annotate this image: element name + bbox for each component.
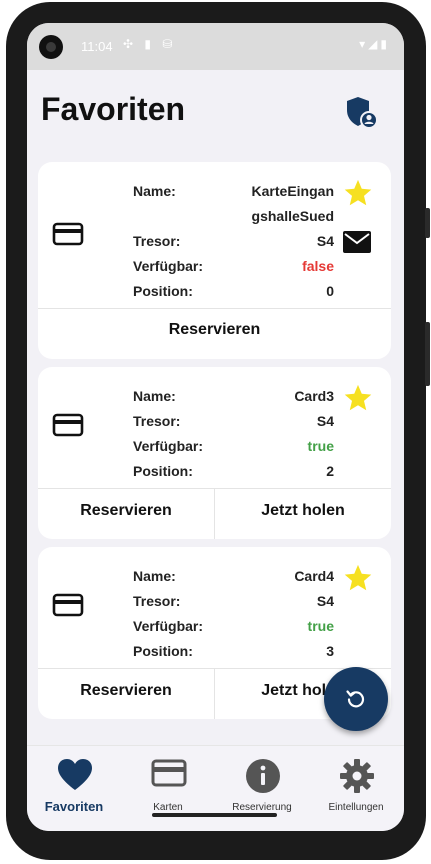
- nav-favorites[interactable]: Favoriten: [27, 746, 121, 831]
- position-value: 0: [326, 283, 334, 299]
- notification-icons: ✣ ▮ ⛁: [123, 37, 177, 51]
- page-title: Favoriten: [41, 91, 186, 127]
- home-indicator[interactable]: [152, 813, 277, 817]
- tresor-value: S4: [316, 233, 334, 249]
- card-icon: [52, 593, 84, 617]
- reserve-button[interactable]: Reservieren: [38, 682, 214, 700]
- position-label: Position:: [133, 643, 193, 659]
- reserve-button[interactable]: Reservieren: [38, 502, 214, 520]
- position-label: Position:: [133, 463, 193, 479]
- name-label: Name:: [133, 568, 176, 584]
- power-button: [425, 322, 430, 386]
- card-icon: [151, 759, 187, 787]
- nav-settings[interactable]: Eintellungen: [309, 746, 403, 831]
- camera-icon: [39, 35, 63, 59]
- tresor-value: S4: [316, 593, 334, 609]
- signal-battery-icons: ▾◢▮: [359, 37, 390, 51]
- heart-icon: [58, 759, 92, 790]
- nav-reservation[interactable]: Reservierung: [215, 746, 309, 831]
- name-value: KarteEingan: [251, 183, 334, 199]
- app-screen: 11:04 ✣ ▮ ⛁ ▾◢▮ Favoriten Name: KarteEin…: [27, 23, 404, 831]
- tresor-label: Tresor:: [133, 233, 181, 249]
- name-value: Card3: [294, 388, 334, 404]
- name-value: Card4: [294, 568, 334, 584]
- tresor-value: S4: [316, 413, 334, 429]
- name-label: Name:: [133, 388, 176, 404]
- available-label: Verfügbar:: [133, 438, 204, 454]
- divider: [38, 308, 391, 309]
- refresh-icon: [346, 690, 365, 708]
- pick-up-now-button[interactable]: Jetzt holen: [215, 502, 391, 520]
- gear-icon: [340, 759, 374, 793]
- available-label: Verfügbar:: [133, 618, 204, 634]
- mail-icon[interactable]: [343, 231, 371, 253]
- position-value: 2: [326, 463, 334, 479]
- bottom-navigation: Favoriten Karten Reservierung Eintellung…: [27, 745, 404, 831]
- available-value: true: [307, 618, 334, 634]
- reserve-button[interactable]: Reservieren: [38, 321, 391, 339]
- status-time: 11:04: [81, 39, 113, 54]
- star-icon[interactable]: [343, 383, 373, 413]
- favorite-card: Name: Card3 Tresor: S4 Verfügbar: true P…: [38, 367, 391, 539]
- card-icon: [52, 222, 84, 246]
- nav-cards[interactable]: Karten: [121, 746, 215, 831]
- nav-label: Karten: [153, 802, 183, 813]
- nav-label: Reservierung: [232, 802, 292, 813]
- position-value: 3: [326, 643, 334, 659]
- nav-label: Favoriten: [44, 799, 104, 814]
- available-value: true: [307, 438, 334, 454]
- info-icon: [246, 759, 280, 793]
- name-label: Name:: [133, 183, 176, 199]
- tresor-label: Tresor:: [133, 413, 181, 429]
- status-bar: 11:04 ✣ ▮ ⛁ ▾◢▮: [27, 23, 404, 70]
- refresh-button[interactable]: [324, 667, 388, 731]
- nav-label: Eintellungen: [328, 802, 384, 813]
- volume-button: [425, 208, 430, 238]
- name-value-continued: gshalleSued: [251, 208, 334, 224]
- star-icon[interactable]: [343, 563, 373, 593]
- tresor-label: Tresor:: [133, 593, 181, 609]
- available-label: Verfügbar:: [133, 258, 204, 274]
- card-icon: [52, 413, 84, 437]
- star-icon[interactable]: [343, 178, 373, 208]
- position-label: Position:: [133, 283, 193, 299]
- shield-user-icon[interactable]: [344, 95, 378, 129]
- available-value: false: [302, 258, 334, 274]
- favorite-card: Name: KarteEingan gshalleSued Tresor: S4…: [38, 162, 391, 359]
